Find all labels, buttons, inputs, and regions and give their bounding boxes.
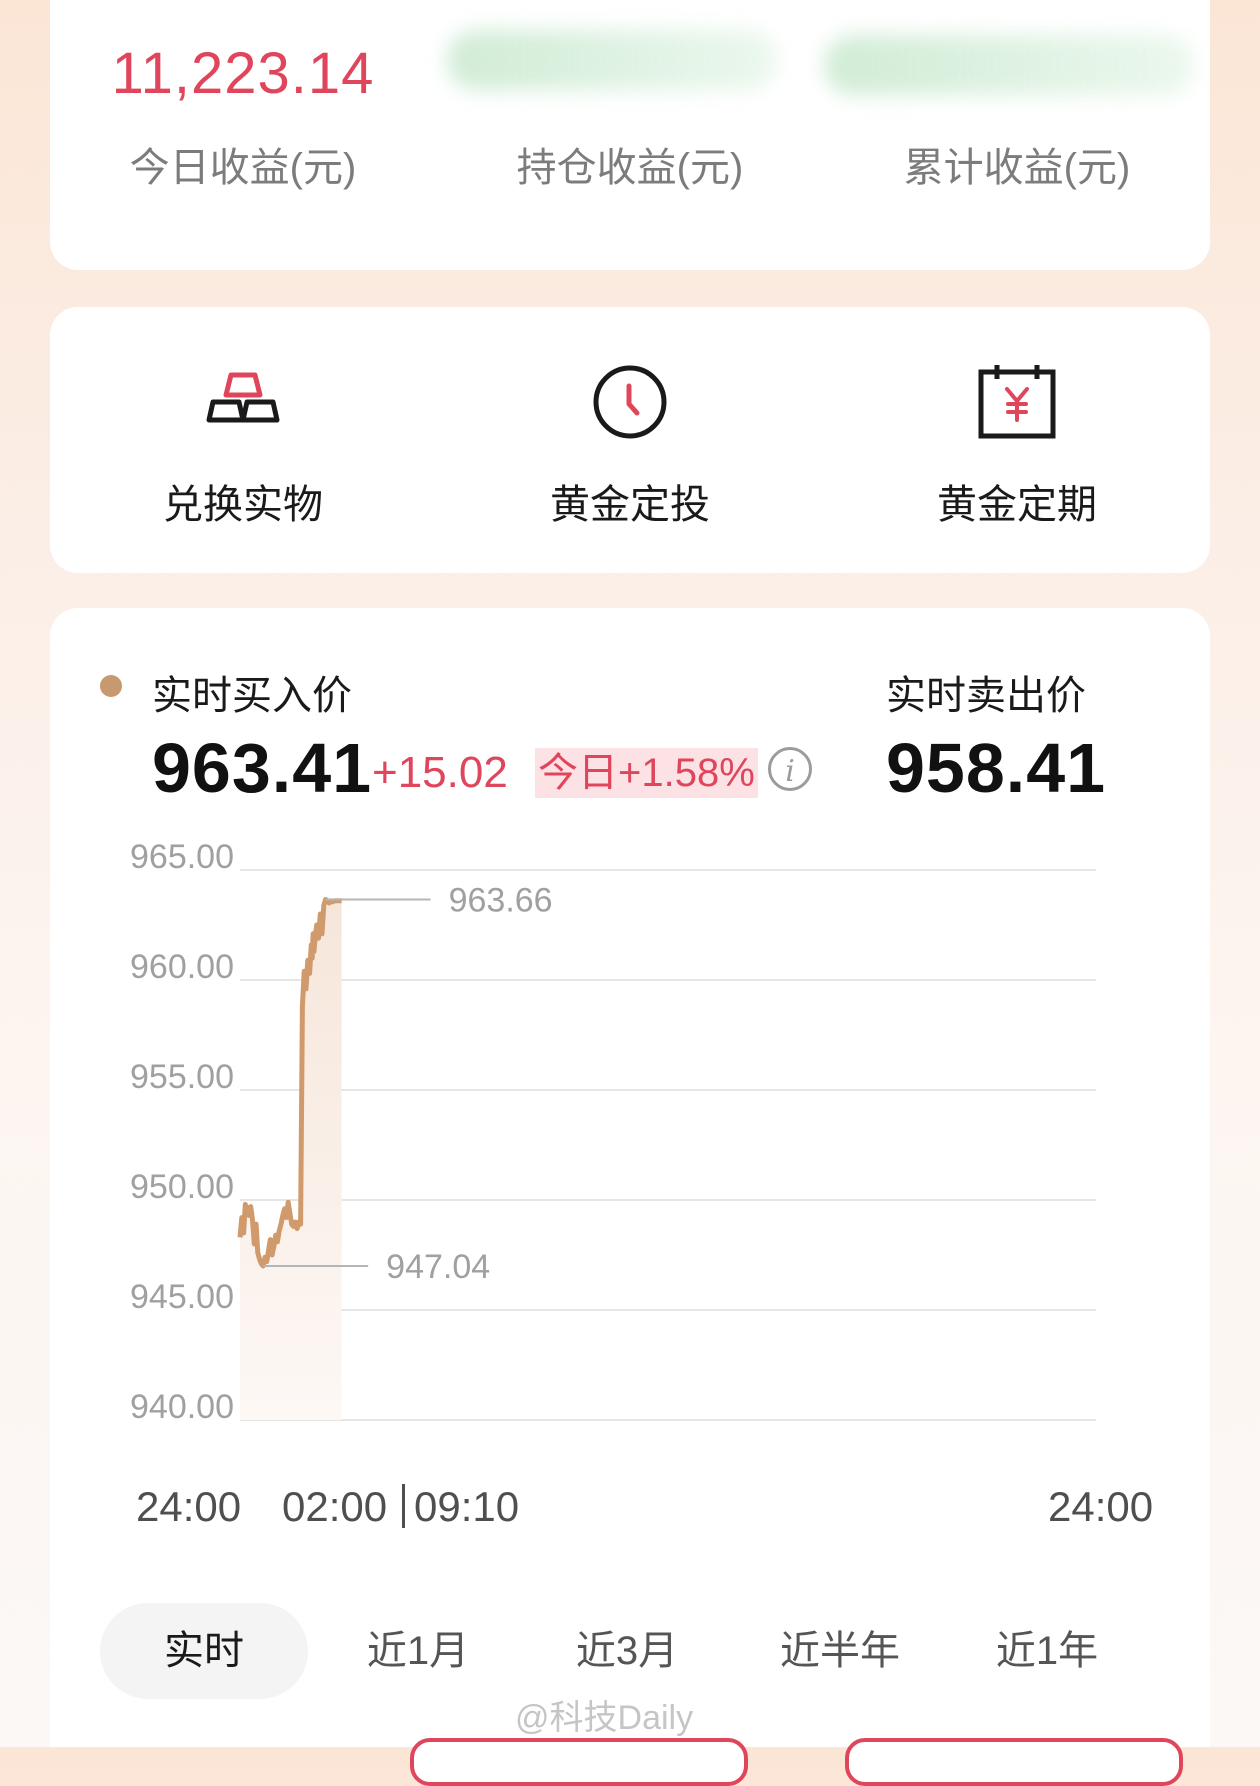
- clock-icon: [593, 365, 667, 439]
- tab-realtime[interactable]: 实时: [100, 1603, 308, 1699]
- realtime-price-card: 实时买入价 实时卖出价 963.41 +15.02 今日+1.58% i 958…: [50, 608, 1210, 1747]
- buy-price-label: 实时买入价: [152, 674, 352, 718]
- total-earnings-redacted: [824, 35, 1194, 95]
- gold-services-card: 兑换实物 黄金定投 黄金定期: [50, 307, 1210, 573]
- gold-fixed-investment-label: 黄金定投: [550, 483, 710, 527]
- price-area-fill: [240, 899, 342, 1420]
- info-icon[interactable]: i: [768, 747, 812, 791]
- min-annotation-label: 947.04: [386, 1248, 490, 1286]
- today-earnings-label: 今日收益(元): [129, 146, 357, 190]
- exchange-physical-button[interactable]: 兑换实物: [50, 307, 436, 573]
- bottom-action-button-left[interactable]: [410, 1738, 748, 1786]
- tab-1-year[interactable]: 近1年: [967, 1603, 1127, 1699]
- y-tick-label: 950.00: [130, 1168, 234, 1206]
- holding-earnings-label: 持仓收益(元): [516, 146, 744, 190]
- exchange-physical-label: 兑换实物: [163, 483, 323, 527]
- y-tick-label: 955.00: [130, 1058, 234, 1096]
- gold-term-deposit-button[interactable]: 黄金定期: [824, 307, 1210, 573]
- holding-earnings-redacted: [447, 30, 777, 90]
- today-earnings-value: 11,223.14: [111, 41, 375, 106]
- tab-half-year[interactable]: 近半年: [750, 1603, 930, 1699]
- x-tick-0910: 09:10: [414, 1483, 520, 1530]
- y-tick-label: 965.00: [130, 838, 234, 876]
- buy-indicator-dot: [100, 675, 122, 697]
- bottom-action-button-right[interactable]: [845, 1738, 1183, 1786]
- x-tick-0200: 02:00: [282, 1483, 388, 1530]
- session-divider: [402, 1484, 405, 1528]
- y-tick-label: 940.00: [130, 1388, 234, 1426]
- x-tick-end: 24:00: [1048, 1483, 1154, 1530]
- gold-bars-icon: [206, 372, 280, 423]
- total-earnings-label: 累计收益(元): [903, 146, 1131, 190]
- chart-area: [240, 899, 342, 1420]
- x-tick-start: 24:00: [136, 1483, 242, 1530]
- tab-1-month[interactable]: 近1月: [338, 1603, 498, 1699]
- earnings-summary-card: 11,223.14 今日收益(元) 持仓收益(元) 累计收益(元): [50, 0, 1210, 270]
- watermark: @科技Daily: [515, 1699, 694, 1737]
- y-tick-label: 960.00: [130, 948, 234, 986]
- y-tick-label: 945.00: [130, 1278, 234, 1316]
- calendar-yen-icon: [978, 365, 1056, 439]
- price-line-chart[interactable]: 965.00 960.00 955.00 950.00 945.00 940.00 963…: [50, 788, 1210, 1488]
- gold-term-deposit-label: 黄金定期: [937, 483, 1097, 527]
- sell-price-label: 实时卖出价: [886, 674, 1086, 718]
- gold-fixed-investment-button[interactable]: 黄金定投: [437, 307, 823, 573]
- max-annotation-label: 963.66: [449, 881, 553, 919]
- tab-3-months[interactable]: 近3月: [547, 1603, 707, 1699]
